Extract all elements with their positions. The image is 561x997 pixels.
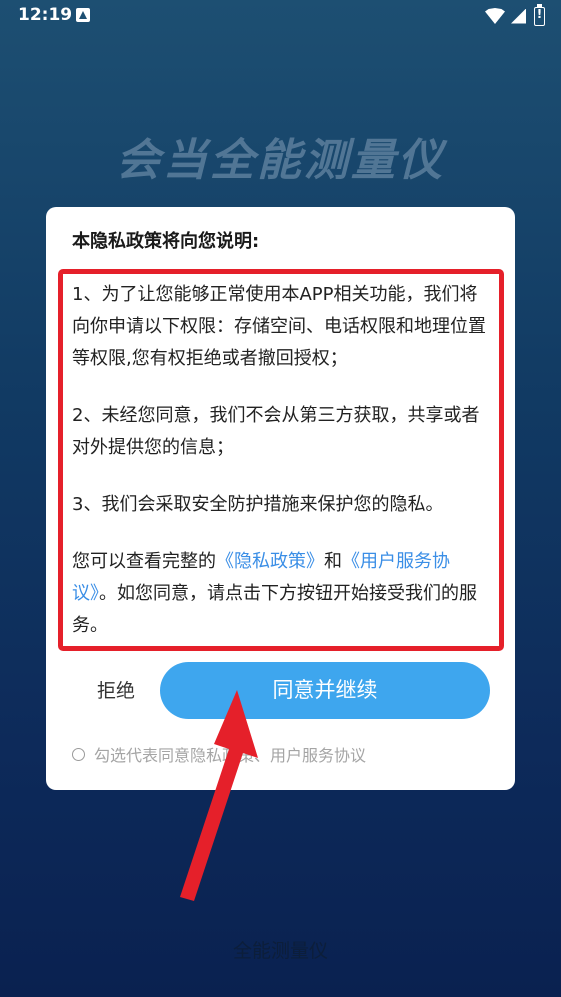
agree-continue-button[interactable]: 同意并继续: [160, 662, 490, 719]
status-bar: 12:19: [0, 0, 561, 34]
status-time: 12:19: [18, 5, 73, 25]
wifi-icon: [485, 8, 505, 24]
consent-row[interactable]: 勾选代表同意隐私政策、用户服务协议: [72, 743, 366, 765]
battery-alert-icon: [534, 3, 545, 26]
consent-radio[interactable]: [72, 747, 85, 761]
privacy-dialog: 本隐私政策将向您说明: 1、为了让您能够正常使用本APP相关功能，我们将向你申请…: [46, 207, 515, 790]
status-icons: [485, 3, 545, 26]
footer-app-name: 全能测量仪: [232, 940, 328, 962]
consent-label: 勾选代表同意隐私政策、用户服务协议: [94, 746, 367, 765]
reject-button[interactable]: 拒绝: [76, 669, 156, 713]
signal-icon: [511, 8, 526, 24]
annotation-highlight-box: [58, 269, 504, 651]
dialog-title: 本隐私政策将向您说明:: [72, 231, 260, 252]
notification-icon: [76, 8, 90, 22]
app-logo-title: 会当全能测量仪: [116, 135, 445, 186]
app-screen: 12:19 会当全能测量仪 本隐私政策将向您说明: 1、为了让您能够正常使用本A…: [0, 0, 561, 997]
